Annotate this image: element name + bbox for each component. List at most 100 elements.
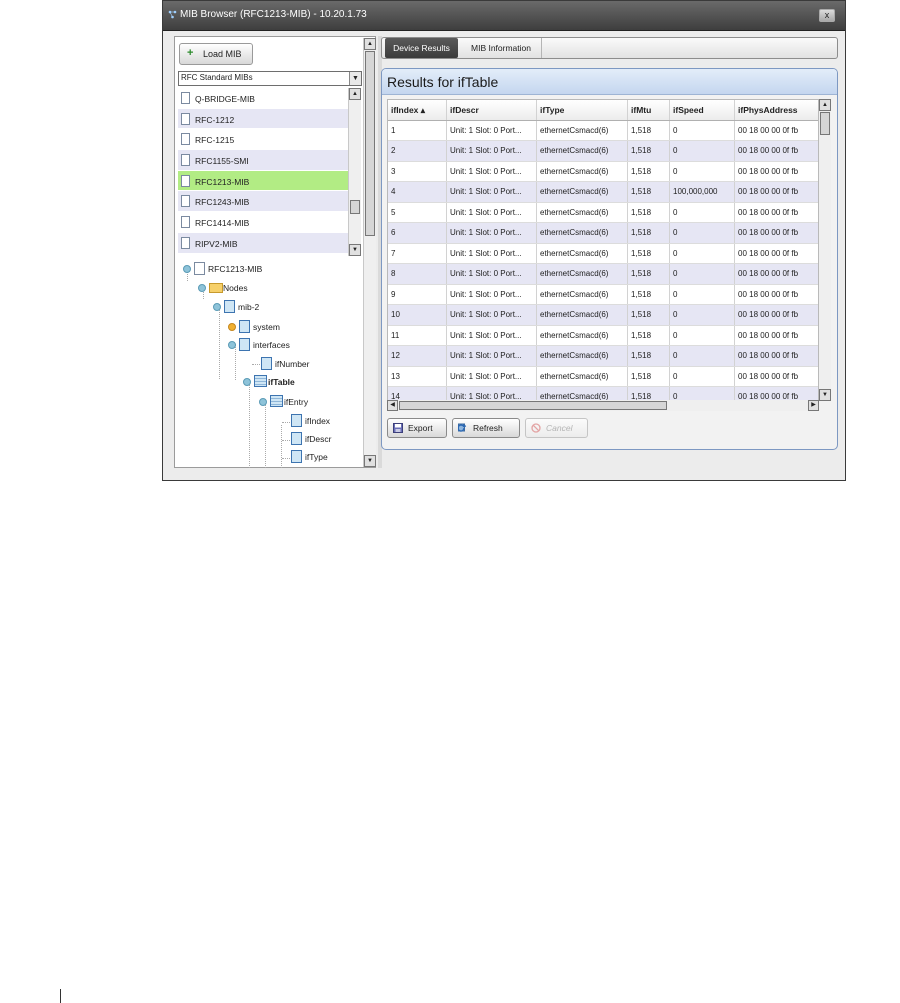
cell-ifindex: 8: [388, 264, 447, 284]
expand-toggle-icon[interactable]: [198, 284, 206, 292]
cell-ifphysaddress: 00 18 00 00 0f fb: [735, 223, 818, 243]
table-row[interactable]: 8 Unit: 1 Slot: 0 Port... ethernetCsmacd(6…: [388, 264, 818, 285]
table-row[interactable]: 3 Unit: 1 Slot: 0 Port... ethernetCsmacd(6…: [388, 161, 818, 182]
cell-ifphysaddress: 00 18 00 00 0f fb: [735, 346, 818, 366]
export-button[interactable]: Export: [387, 418, 447, 438]
cell-ifdescr: Unit: 1 Slot: 0 Port...: [447, 325, 537, 345]
cell-ifindex: 11: [388, 325, 447, 345]
scroll-thumb[interactable]: [399, 401, 667, 410]
mib-list-item[interactable]: RFC-1212: [178, 108, 348, 130]
mib-list-item-label: RFC-1212: [195, 114, 235, 125]
scroll-thumb[interactable]: [350, 200, 360, 214]
cell-ifmtu: 1,518: [628, 120, 670, 140]
table-row[interactable]: 10 Unit: 1 Slot: 0 Port... ethernetCsmacd(…: [388, 305, 818, 326]
load-mib-button[interactable]: + Load MIB: [179, 43, 253, 65]
mib-list-item[interactable]: RFC1414-MIB: [178, 212, 348, 233]
scroll-down-icon[interactable]: ▼: [349, 244, 361, 256]
scroll-down-icon[interactable]: ▼: [364, 455, 376, 467]
cell-ifphysaddress: 00 18 00 00 0f fb: [735, 305, 818, 325]
table-vertical-scrollbar[interactable]: ▲ ▼: [819, 99, 831, 401]
cell-ifdescr: Unit: 1 Slot: 0 Port...: [447, 223, 537, 243]
column-header-ifspeed[interactable]: ifSpeed: [670, 100, 735, 120]
expand-toggle-icon[interactable]: [183, 265, 191, 273]
table-row[interactable]: 9 Unit: 1 Slot: 0 Port... ethernetCsmacd(6…: [388, 284, 818, 305]
cell-iftype: ethernetCsmacd(6): [537, 305, 628, 325]
tree-connector: [265, 402, 266, 468]
document-icon: [181, 112, 190, 125]
table-horizontal-scrollbar[interactable]: ◀ ▶: [387, 400, 819, 411]
scroll-thumb[interactable]: [365, 51, 375, 236]
table-row[interactable]: 6 Unit: 1 Slot: 0 Port... ethernetCsmacd(6…: [388, 223, 818, 244]
tree-node-label: ifDescr: [305, 434, 332, 444]
cell-ifmtu: 1,518: [628, 243, 670, 263]
leaf-node-icon: [261, 357, 272, 370]
tab-mib-information[interactable]: MIB Information: [461, 38, 542, 58]
table-row[interactable]: 12 Unit: 1 Slot: 0 Port... ethernetCsmacd(…: [388, 346, 818, 367]
table-row[interactable]: 5 Unit: 1 Slot: 0 Port... ethernetCsmacd(6…: [388, 202, 818, 223]
mib-list-scrollbar[interactable]: ▲ ▼: [348, 88, 361, 256]
mib-list-item-label: RFC1213-MIB: [195, 176, 250, 187]
chevron-down-icon[interactable]: ▼: [349, 72, 361, 85]
title-bar[interactable]: MIB Browser (RFC1213-MIB) - 10.20.1.73 x: [163, 1, 845, 31]
mib-list-item[interactable]: RFC1155-SMI: [178, 150, 348, 171]
table-row[interactable]: 14 Unit: 1 Slot: 0 Port... ethernetCsmacd(…: [388, 387, 818, 400]
column-header-ifmtu[interactable]: ifMtu: [628, 100, 670, 120]
mib-set-value: RFC Standard MIBs: [181, 73, 253, 82]
scroll-down-icon[interactable]: ▼: [819, 389, 831, 401]
scroll-up-icon[interactable]: ▲: [819, 99, 831, 111]
expand-toggle-icon[interactable]: [228, 341, 236, 349]
cell-ifmtu: 1,518: [628, 182, 670, 202]
load-mib-label: Load MIB: [203, 49, 242, 59]
cell-iftype: ethernetCsmacd(6): [537, 182, 628, 202]
mib-list-item[interactable]: RIPV2-MIB: [178, 232, 348, 254]
cell-ifspeed: 0: [670, 243, 735, 263]
table-row[interactable]: 13 Unit: 1 Slot: 0 Port... ethernetCsmacd(…: [388, 366, 818, 387]
mib-list-item[interactable]: RFC-1215: [178, 129, 348, 151]
mib-list-item[interactable]: Q-BRIDGE-MIB: [178, 88, 348, 109]
cell-ifspeed: 0: [670, 202, 735, 222]
expand-toggle-icon[interactable]: [259, 398, 267, 406]
cell-ifphysaddress: 00 18 00 00 0f fb: [735, 367, 818, 387]
scroll-left-icon[interactable]: ◀: [387, 400, 398, 411]
cancel-button[interactable]: Cancel: [525, 418, 588, 438]
column-header-iftype[interactable]: ifType: [537, 100, 628, 120]
cell-ifmtu: 1,518: [628, 387, 670, 400]
cell-iftype: ethernetCsmacd(6): [537, 325, 628, 345]
document-icon: [181, 92, 190, 104]
expand-toggle-icon[interactable]: [213, 303, 221, 311]
column-header-ifindex[interactable]: ifIndex ▴: [388, 100, 447, 120]
leaf-node-icon: [239, 320, 250, 333]
scroll-thumb[interactable]: [820, 112, 830, 135]
table-row[interactable]: 2 Unit: 1 Slot: 0 Port... ethernetCsmacd(6…: [388, 141, 818, 162]
table-row[interactable]: 11 Unit: 1 Slot: 0 Port... ethernetCsmacd(…: [388, 325, 818, 346]
refresh-button[interactable]: Refresh: [452, 418, 520, 438]
column-header-ifphysaddress[interactable]: ifPhysAddress: [735, 100, 818, 120]
tree-scrollbar[interactable]: ▲ ▼: [363, 38, 376, 467]
close-icon[interactable]: x: [819, 9, 835, 22]
mib-set-select[interactable]: RFC Standard MIBs ▼: [178, 71, 362, 86]
app-icon: [168, 10, 177, 19]
tree-node-label: ifType: [305, 452, 328, 462]
scroll-right-icon[interactable]: ▶: [808, 400, 819, 411]
cell-ifphysaddress: 00 18 00 00 0f fb: [735, 244, 818, 264]
table-row[interactable]: 7 Unit: 1 Slot: 0 Port... ethernetCsmacd(6…: [388, 243, 818, 264]
tab-device-results[interactable]: Device Results: [385, 38, 458, 58]
cell-ifphysaddress: 00 18 00 00 0f fb: [735, 121, 818, 141]
mib-list-item-selected[interactable]: RFC1213-MIB: [178, 170, 348, 192]
scroll-up-icon[interactable]: ▲: [349, 88, 361, 100]
cell-ifspeed: 0: [670, 161, 735, 181]
tree-node-label: ifNumber: [275, 359, 310, 369]
tree-node-label: ifTable: [268, 377, 295, 387]
scroll-up-icon[interactable]: ▲: [364, 38, 376, 50]
cell-ifdescr: Unit: 1 Slot: 0 Port...: [447, 387, 537, 400]
column-header-ifdescr[interactable]: ifDescr: [447, 100, 537, 120]
table-row[interactable]: 1 Unit: 1 Slot: 0 Port... ethernetCsmacd(6…: [388, 120, 818, 141]
cell-iftype: ethernetCsmacd(6): [537, 387, 628, 400]
expand-toggle-icon[interactable]: [228, 323, 236, 331]
mib-list-item[interactable]: RFC1243-MIB: [178, 191, 348, 213]
mib-list-item-label: Q-BRIDGE-MIB: [195, 94, 255, 104]
table-row[interactable]: 4 Unit: 1 Slot: 0 Port... ethernetCsmacd(6…: [388, 182, 818, 203]
export-icon: [393, 423, 403, 433]
expand-toggle-icon[interactable]: [243, 378, 251, 386]
tree-connector: [252, 364, 260, 365]
